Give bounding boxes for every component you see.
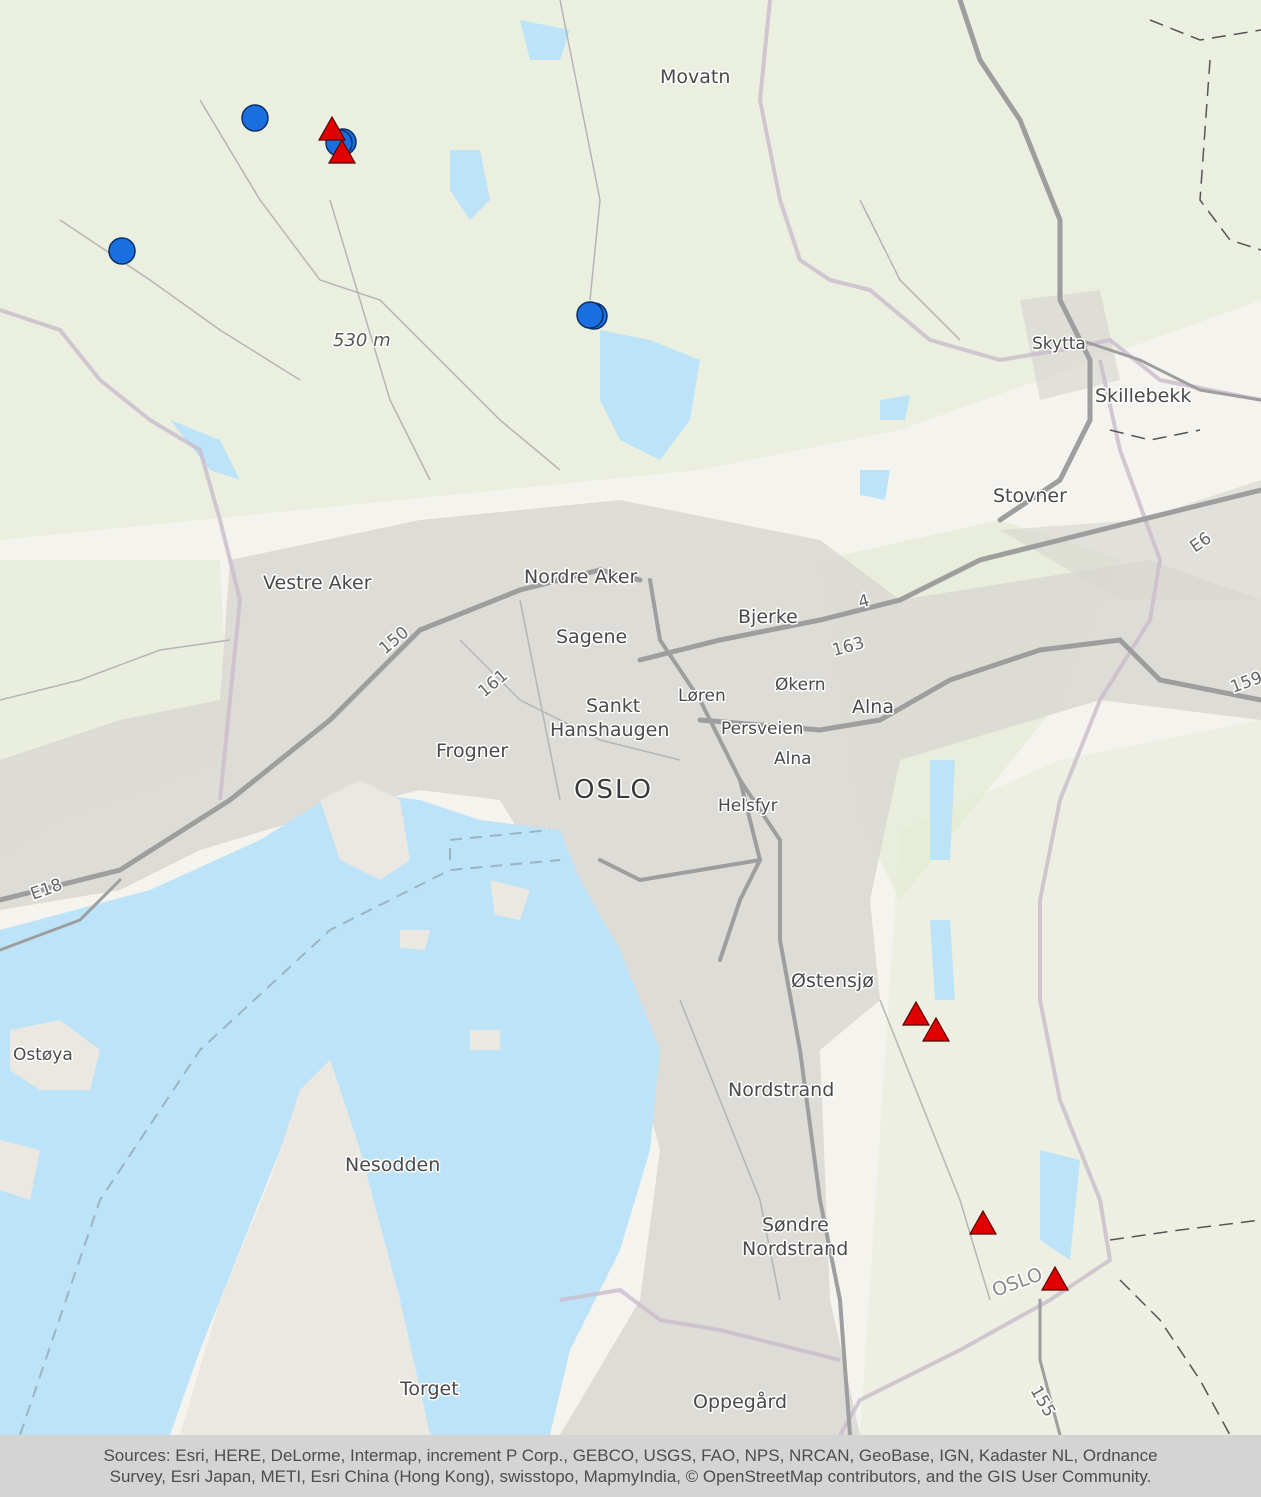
- place-label-alna-2: Alna: [774, 749, 812, 769]
- place-label-torget: Torget: [399, 1378, 459, 1400]
- place-label-alna: Alna: [852, 696, 894, 718]
- basemap-svg: 150 161 163 4 E6 159 E18 155 Movatn 530 …: [0, 0, 1261, 1435]
- place-label-stovner: Stovner: [993, 485, 1067, 507]
- place-label-oppegard: Oppegård: [693, 1390, 787, 1413]
- place-label-hanshaugen: Hanshaugen: [550, 719, 669, 741]
- place-label-nesodden: Nesodden: [345, 1154, 440, 1176]
- place-label-okern: Økern: [775, 675, 826, 695]
- place-label-oslo: OSLO: [574, 775, 653, 805]
- circle-marker[interactable]: [241, 104, 269, 132]
- place-label-elevation: 530 m: [333, 330, 391, 351]
- place-label-sondre: Søndre: [762, 1214, 829, 1236]
- place-label-nordstrand: Nordstrand: [728, 1079, 834, 1101]
- place-label-frogner: Frogner: [436, 740, 508, 762]
- circle-marker[interactable]: [108, 237, 136, 265]
- place-label-sankt: Sankt: [586, 695, 640, 717]
- attribution-line-1: Sources: Esri, HERE, DeLorme, Intermap, …: [103, 1446, 1158, 1465]
- place-label-skillebekk: Skillebekk: [1095, 385, 1191, 407]
- attribution-line-2: Survey, Esri Japan, METI, Esri China (Ho…: [109, 1467, 1152, 1486]
- place-label-skytta: Skytta: [1032, 334, 1086, 354]
- circle-marker[interactable]: [576, 301, 604, 329]
- basemap[interactable]: 150 161 163 4 E6 159 E18 155 Movatn 530 …: [0, 0, 1261, 1435]
- place-label-bjerke: Bjerke: [738, 606, 798, 628]
- place-label-helsfyr: Helsfyr: [718, 796, 778, 816]
- place-label-vestre-aker: Vestre Aker: [263, 572, 372, 594]
- place-label-nordstrand-2: Nordstrand: [742, 1238, 848, 1260]
- place-label-movatn: Movatn: [660, 66, 730, 88]
- place-label-ostensjo: Østensjø: [791, 970, 874, 992]
- attribution-bar: Sources: Esri, HERE, DeLorme, Intermap, …: [0, 1435, 1261, 1497]
- place-label-nordre-aker: Nordre Aker: [524, 566, 638, 588]
- place-label-persveien: Persveien: [721, 719, 803, 739]
- place-label-ostoya: Ostøya: [13, 1045, 73, 1065]
- place-label-loren: Løren: [678, 686, 726, 706]
- place-label-sagene: Sagene: [556, 626, 627, 648]
